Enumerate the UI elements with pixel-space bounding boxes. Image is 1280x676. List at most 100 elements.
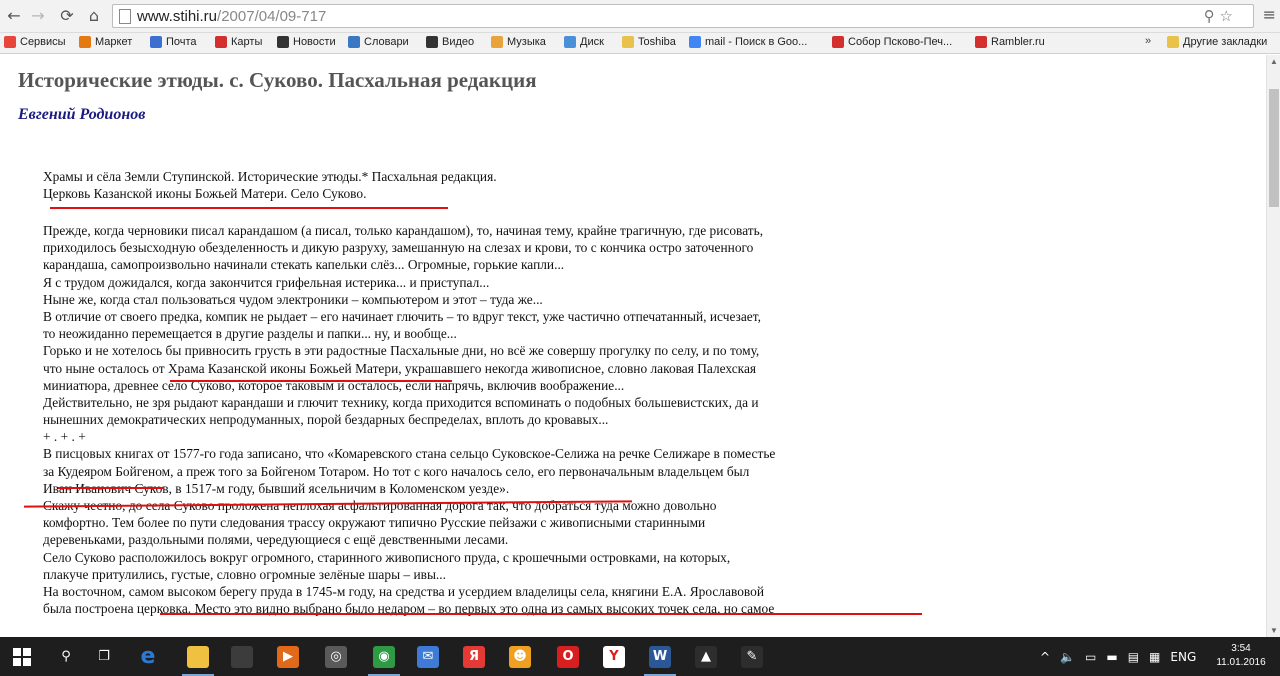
bookmark-item[interactable]: Музыка [491,36,546,48]
url-path: /2007/04/09-717 [217,8,327,25]
text-line: Я с трудом дожидался, когда закончится г… [43,274,490,290]
reload-icon[interactable]: ⟳ [56,5,78,27]
bookmark-label: Музыка [507,36,546,48]
clock[interactable]: 3:54 11.01.2016 [1209,642,1273,670]
file-explorer-icon[interactable] [176,637,220,676]
bookmark-icon [426,36,438,48]
photos-icon[interactable]: ▲ [684,637,728,676]
menu-icon[interactable]: ≡ [1263,5,1276,24]
text-line: Храмы и сёла Земли Ступинской. Историчес… [43,169,497,184]
display-icon[interactable]: ▤ [1128,650,1139,664]
photos-glyph: ▲ [695,645,717,668]
bookmark-item[interactable]: Почта [150,36,197,48]
bookmark-icon [4,36,16,48]
app-circle-icon[interactable]: ◎ [314,637,358,676]
bookmark-icon [150,36,162,48]
bookmark-item[interactable]: Карты [215,36,262,48]
game-glyph: ☻ [509,645,531,668]
mail-glyph: ✉ [417,645,439,668]
opera-icon[interactable]: O [546,637,590,676]
red-underline-annotation [160,613,922,615]
battery-icon[interactable]: ▬ [1106,650,1117,664]
bookmark-label: Видео [442,36,475,48]
store-icon[interactable] [220,637,264,676]
bookmarks-bar: Сервисы Маркет Почта Карты Новости Словари Вид… [0,33,1280,54]
forward-arrow-icon[interactable]: → [27,5,49,27]
home-icon[interactable]: ⌂ [83,5,105,27]
text-line: плакуче притулились, густые, словно огро… [43,566,446,582]
bookmark-icon [215,36,227,48]
red-underline-annotation [170,380,452,382]
other-bookmarks-label: Другие закладки [1183,36,1268,48]
text-line: В отличие от своего предка, компик не ры… [43,308,761,324]
bookmark-item[interactable]: Видео [426,36,474,48]
media-player-glyph: ▶ [277,645,299,668]
browser-toolbar: ← → ⟳ ⌂ www.stihi.ru/2007/04/09-717 ⚲ ☆ … [0,0,1280,33]
chrome-glyph: ◉ [373,645,395,668]
volume-icon[interactable]: 🔈 [1060,650,1075,664]
bookmark-item[interactable]: mail - Поиск в Goo... [689,36,807,48]
search-glyph: ⚲ [55,645,77,668]
back-arrow-icon[interactable]: ← [3,5,25,27]
language-indicator[interactable]: ENG [1170,650,1196,664]
bookmark-item[interactable]: Новости [277,36,336,48]
task-view-icon[interactable]: ❐ [82,637,126,676]
bookmark-item[interactable]: Сервисы [4,36,66,48]
edge-glyph: e [137,644,159,669]
paint-glyph: ✎ [741,645,763,668]
tray-chevron-icon[interactable]: ^ [1040,650,1050,664]
windows-start-icon[interactable] [0,637,44,676]
page-scrollbar[interactable]: ▲ ▼ [1266,55,1280,637]
text-line: приходилось безысходную обезделенность и… [43,240,754,256]
bookmark-item[interactable]: Словари [348,36,409,48]
bookmark-item[interactable]: Toshiba [622,36,676,48]
url-host: www.stihi.ru [137,8,218,25]
zoom-icon[interactable]: ⚲ [1204,7,1215,25]
word-icon[interactable]: W [638,637,682,676]
page-icon [119,9,131,24]
clock-date: 11.01.2016 [1216,657,1266,668]
app-circle-glyph: ◎ [325,645,347,668]
scroll-thumb[interactable] [1269,89,1279,207]
scroll-down-arrow-icon[interactable]: ▼ [1270,626,1278,635]
scroll-up-arrow-icon[interactable]: ▲ [1270,57,1278,66]
body-text: Прежде, когда черновики писал карандашом… [43,222,775,617]
other-bookmarks-folder[interactable]: Другие закладки [1167,36,1267,48]
star-icon[interactable]: ☆ [1220,7,1233,25]
address-bar[interactable]: www.stihi.ru/2007/04/09-717 ⚲ ☆ [112,4,1254,28]
notifications-icon[interactable]: ▦ [1149,650,1160,664]
bookmarks-overflow-icon[interactable]: » [1145,35,1151,47]
bookmark-item[interactable]: Маркет [79,36,132,48]
mail-icon[interactable]: ✉ [406,637,450,676]
bookmark-icon [975,36,987,48]
opera-glyph: O [557,645,579,668]
text-line: карандаша, самопроизвольно начинали стек… [43,257,565,273]
text-line: + . + . + [43,429,86,445]
text-line: В писцовых книгах от 1577-го года записа… [43,446,776,462]
network-icon[interactable]: ▭ [1085,650,1096,664]
yandex-browser-icon[interactable]: Y [592,637,636,676]
bookmark-label: Собор Псково-Печ... [848,36,953,48]
bookmark-item[interactable]: Диск [564,36,604,48]
bookmark-icon [491,36,503,48]
bookmark-label: Rambler.ru [991,36,1045,48]
yandex-icon[interactable]: Я [452,637,496,676]
page-title: Исторические этюды. с. Суково. Пасхальна… [18,68,537,92]
page-content: Исторические этюды. с. Суково. Пасхальна… [0,55,1266,637]
game-icon[interactable]: ☻ [498,637,542,676]
zoom-star-icons[interactable]: ⚲ ☆ [1204,7,1233,25]
bookmark-item[interactable]: Rambler.ru [975,36,1045,48]
edge-icon[interactable]: e [126,637,170,676]
chrome-icon[interactable]: ◉ [362,637,406,676]
system-tray[interactable]: ^ 🔈 ▭ ▬ ▤ ▦ ENG [1040,637,1196,676]
bookmark-item[interactable]: Собор Псково-Печ... [832,36,952,48]
url-text[interactable]: www.stihi.ru/2007/04/09-717 [137,8,326,25]
bookmark-label: Сервисы [20,36,66,48]
author-link[interactable]: Евгений Родионов [18,106,145,124]
bookmark-icon [832,36,844,48]
text-line: за Кудеяром Бойгеном, а преж того за Бой… [43,463,750,479]
bookmark-icon [622,36,634,48]
store-glyph [231,645,253,668]
paint-icon[interactable]: ✎ [730,637,774,676]
media-player-icon[interactable]: ▶ [266,637,310,676]
